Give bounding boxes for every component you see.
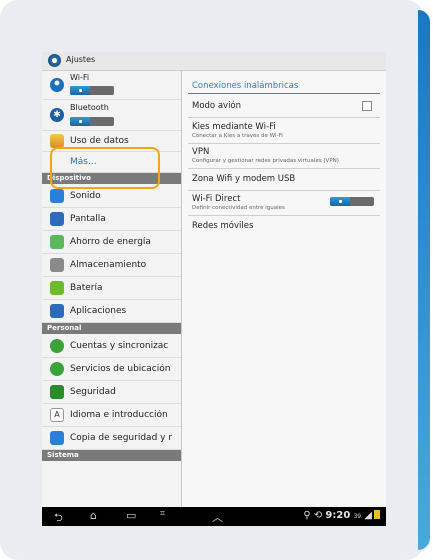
data-usage-icon (50, 134, 64, 148)
tablet-screen: Ajustes Wi-Fi ✱ Bluetooth Uso de datos M… (42, 52, 386, 526)
section-header-personal: Personal (42, 323, 181, 334)
divider (188, 215, 380, 216)
clock: 9:20 (325, 510, 351, 521)
sidebar-item-label: Pantalla (70, 214, 106, 224)
window-title: Ajustes (66, 55, 96, 64)
display-icon (50, 212, 64, 226)
wifi-toggle[interactable] (70, 86, 114, 95)
airplane-mode-item[interactable]: Modo avión (192, 101, 382, 111)
settings-gear-icon (48, 54, 61, 67)
apps-icon (50, 304, 64, 318)
settings-detail-panel: Conexiones inalámbricas Modo avión Kies … (182, 71, 386, 507)
mobile-networks-item[interactable]: Redes móviles (192, 221, 382, 231)
back-icon[interactable]: ⮌ (54, 509, 63, 526)
screenshot-icon[interactable]: ⌗ (160, 509, 165, 519)
recent-apps-icon[interactable]: ▭ (126, 509, 136, 522)
settings-sidebar[interactable]: Wi-Fi ✱ Bluetooth Uso de datos Más... Di… (42, 71, 182, 507)
tablet-edge (418, 10, 430, 550)
wifi-direct-item[interactable]: Wi-Fi Direct Definir conectividad entre … (192, 194, 382, 211)
sync-icon (50, 339, 64, 353)
sidebar-item-label: Copia de seguridad y r (70, 433, 173, 443)
home-icon[interactable]: ⌂ (90, 509, 97, 522)
item-title: Kies mediante Wi-Fi (192, 122, 276, 132)
sidebar-item-power-saving[interactable]: Ahorro de energía (42, 231, 181, 254)
sidebar-item-label: Seguridad (70, 387, 116, 397)
kies-wifi-item[interactable]: Kies mediante Wi-Fi Conectar a Kies a tr… (192, 122, 382, 139)
section-divider (188, 93, 380, 94)
sidebar-item-display[interactable]: Pantalla (42, 208, 181, 231)
sync-status-icon: ⟲ (313, 510, 323, 521)
security-icon (50, 385, 64, 399)
bluetooth-toggle[interactable] (70, 117, 114, 126)
location-icon (50, 362, 64, 376)
sidebar-item-label: Wi-Fi (70, 73, 90, 82)
highlight-box (50, 147, 160, 189)
sidebar-item-label: Almacenamiento (70, 260, 147, 270)
sidebar-item-label: Aplicaciones (70, 306, 127, 316)
bluetooth-icon: ✱ (50, 108, 64, 122)
item-subtitle: Conectar a Kies a través de Wi-Fi (192, 133, 283, 139)
sidebar-item-bluetooth[interactable]: ✱ Bluetooth (42, 100, 181, 131)
sidebar-item-label: Servicios de ubicación (70, 364, 171, 374)
sidebar-item-label: Ahorro de energía (70, 237, 151, 247)
sidebar-item-storage[interactable]: Almacenamiento (42, 254, 181, 277)
wifi-direct-toggle[interactable] (330, 197, 374, 206)
item-title: Zona Wifi y modem USB (192, 174, 296, 184)
item-title: Redes móviles (192, 221, 254, 231)
battery-icon (50, 281, 64, 295)
storage-icon (50, 258, 64, 272)
status-extra: 39 (353, 513, 362, 520)
sidebar-item-security[interactable]: Seguridad (42, 381, 181, 404)
sidebar-item-wifi[interactable]: Wi-Fi (42, 71, 181, 100)
section-header-system: Sistema (42, 450, 181, 461)
vpn-item[interactable]: VPN Configurar y gestionar redes privada… (192, 147, 382, 164)
divider (188, 117, 380, 118)
divider (188, 168, 380, 169)
sidebar-item-battery[interactable]: Batería (42, 277, 181, 300)
sidebar-item-label: Sonido (70, 191, 101, 201)
sidebar-item-label: Bluetooth (70, 103, 109, 112)
sidebar-item-label: Uso de datos (70, 136, 129, 146)
status-area[interactable]: ⚲ ⟲ 9:20 39 ◢ (303, 510, 380, 521)
sound-icon (50, 189, 64, 203)
sidebar-item-language[interactable]: A Idioma e introducción (42, 404, 181, 427)
system-nav-bar: ⮌ ⌂ ▭ ⌗ ︿ ⚲ ⟲ 9:20 39 ◢ (42, 507, 386, 526)
sidebar-item-apps[interactable]: Aplicaciones (42, 300, 181, 323)
item-title: Modo avión (192, 101, 242, 111)
usb-icon: ⚲ (303, 510, 311, 521)
sidebar-item-location[interactable]: Servicios de ubicación (42, 358, 181, 381)
sidebar-item-label: Cuentas y sincronizac (70, 341, 169, 351)
item-subtitle: Configurar y gestionar redes privadas vi… (192, 158, 339, 164)
divider (188, 143, 380, 144)
sidebar-item-label: Batería (70, 283, 103, 293)
item-title: VPN (192, 147, 210, 157)
wifi-icon (50, 78, 64, 92)
section-title: Conexiones inalámbricas (192, 81, 299, 91)
title-bar: Ajustes (42, 52, 386, 71)
battery-status-icon (374, 510, 380, 519)
sidebar-item-backup[interactable]: Copia de seguridad y r (42, 427, 181, 450)
signal-icon: ◢ (364, 510, 372, 521)
sidebar-item-accounts[interactable]: Cuentas y sincronizac (42, 335, 181, 358)
divider (188, 190, 380, 191)
hotspot-item[interactable]: Zona Wifi y modem USB (192, 174, 382, 184)
chevron-up-icon[interactable]: ︿ (212, 509, 223, 525)
airplane-mode-checkbox[interactable] (362, 101, 372, 111)
sidebar-item-label: Idioma e introducción (70, 410, 168, 420)
language-icon: A (50, 408, 64, 422)
backup-icon (50, 431, 64, 445)
battery-saver-icon (50, 235, 64, 249)
